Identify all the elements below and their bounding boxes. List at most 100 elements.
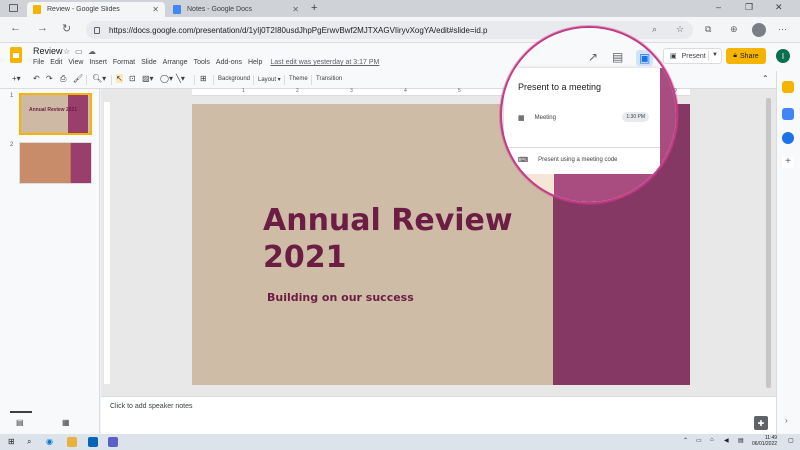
line-icon[interactable]: ╲▾ [176, 74, 185, 83]
shape-icon[interactable]: ◯▾ [160, 74, 173, 83]
print-icon[interactable]: ⎙ [60, 74, 66, 84]
bricks-photo [20, 143, 70, 183]
tab-google-docs[interactable]: Notes - Google Docs ✕ [167, 2, 305, 17]
tab-google-slides[interactable]: Review - Google Slides ✕ [27, 2, 165, 17]
account-avatar[interactable]: I [776, 49, 790, 63]
divider [194, 75, 195, 85]
menu-format[interactable]: Format [113, 59, 135, 66]
chevron-up-icon[interactable]: ⌃ [762, 74, 769, 83]
clock-date: 06/01/2022 [752, 441, 778, 447]
edge-icon[interactable]: ◉ [46, 437, 53, 446]
theme-button[interactable]: Theme [289, 76, 308, 82]
document-title[interactable]: Review [33, 46, 63, 56]
meeting-option[interactable]: ▦ Meeting 1:30 PM [504, 107, 660, 129]
share-label: Share [740, 52, 759, 60]
paint-format-icon[interactable]: 🖌︎ [73, 74, 83, 83]
last-edit-link[interactable]: Last edit was yesterday at 3:17 PM [270, 59, 379, 66]
taskbar: ⊞ ⌕ ◉ ⌃ ▭ ⌂ ◀︎ ▤ 11:49 06/01/2022 ▢ [0, 434, 800, 450]
menu-tools[interactable]: Tools [194, 59, 210, 66]
chevron-right-icon[interactable]: › [785, 416, 788, 425]
grid-view-icon[interactable]: ▦ [62, 418, 70, 427]
new-tab-button[interactable]: + [311, 2, 317, 14]
image-icon[interactable]: ▨▾ [142, 74, 154, 83]
menu-edit[interactable]: Edit [50, 59, 62, 66]
move-folder-icon[interactable]: ▭ [75, 47, 83, 56]
activity-trend-icon[interactable]: ↗ [588, 50, 598, 64]
restore-button[interactable]: ❐ [745, 2, 753, 13]
system-clock[interactable]: 11:49 06/01/2022 [752, 435, 777, 447]
collections-icon[interactable]: ⊕ [730, 24, 738, 35]
menu-add-ons[interactable]: Add-ons [216, 59, 242, 66]
cloud-status-icon[interactable]: ☁ [88, 47, 96, 56]
network-icon[interactable]: ⌂ [710, 437, 714, 443]
thumbnail-accent [68, 95, 88, 133]
forward-arrow-icon[interactable]: → [37, 22, 48, 34]
menu-help[interactable]: Help [248, 59, 262, 66]
close-window-button[interactable]: ✕ [775, 2, 783, 13]
meeting-time-badge: 1:30 PM [622, 112, 649, 122]
keep-icon[interactable] [782, 81, 794, 93]
meeting-code-option[interactable]: ⌨︎ Present using a meeting code [504, 149, 660, 171]
star-icon[interactable]: ☆ [63, 47, 70, 56]
filmstrip-view-icon[interactable]: ▤ [16, 418, 24, 427]
speaker-notes[interactable]: Click to add speaker notes ✚ [101, 396, 776, 434]
tab-actions-icon[interactable] [9, 4, 18, 12]
slide-thumbnail-2[interactable] [19, 142, 92, 184]
divider [253, 75, 254, 85]
transition-button[interactable]: Transition [316, 76, 342, 82]
browser-profile-avatar[interactable] [752, 23, 766, 37]
background-button[interactable]: Background [218, 76, 250, 82]
text-box-icon[interactable]: ⊡ [129, 74, 136, 83]
divider [311, 75, 312, 85]
present-to-meeting-icon[interactable]: ▣ [636, 50, 654, 66]
windows-start-icon[interactable]: ⊞ [8, 437, 15, 446]
ruler-label: 3 [350, 88, 353, 94]
slide-title[interactable]: Annual Review 2021 [263, 202, 513, 276]
menu-insert[interactable]: Insert [89, 59, 107, 66]
language-icon[interactable]: ▤ [738, 437, 744, 444]
thumbnail-accent [71, 143, 91, 183]
share-button[interactable]: 🔒︎ Share [726, 48, 766, 64]
ruler-label: 4 [404, 88, 407, 94]
tasks-icon[interactable] [782, 108, 794, 120]
present-to-meeting-menu: Present to a meeting ▦ Meeting 1:30 PM ⌨… [504, 68, 660, 174]
battery-icon[interactable]: ▭ [696, 437, 702, 444]
new-slide-icon[interactable]: +▾ [12, 74, 21, 83]
outlook-icon[interactable] [88, 437, 98, 447]
volume-icon[interactable]: ◀︎ [724, 437, 729, 444]
explore-icon[interactable]: ✚ [754, 416, 768, 430]
extensions-icon[interactable]: ⧉ [705, 24, 711, 35]
back-arrow-icon[interactable]: ← [10, 22, 21, 34]
layout-button[interactable]: Layout ▾ [258, 76, 281, 83]
add-ons-icon[interactable]: + [782, 156, 794, 168]
more-menu-icon[interactable]: ⋯ [778, 24, 787, 35]
add-comment-icon[interactable]: ⊞ [200, 74, 207, 83]
redo-icon[interactable]: ↷ [46, 74, 53, 83]
chevron-down-icon[interactable]: ▼ [712, 52, 718, 58]
comment-icon[interactable]: ▤ [612, 50, 623, 64]
select-cursor-icon[interactable]: ↖ [116, 74, 123, 83]
contacts-icon[interactable] [782, 132, 794, 144]
menu-slide[interactable]: Slide [141, 59, 157, 66]
slide-thumbnail-1[interactable]: Annual Review 2021 [19, 93, 92, 135]
reload-icon[interactable]: ↻ [62, 22, 71, 35]
slide-subtitle[interactable]: Building on our success [267, 291, 414, 304]
vertical-scrollbar[interactable] [766, 98, 771, 388]
notifications-icon[interactable]: ▢ [788, 437, 794, 444]
minimize-button[interactable]: – [716, 2, 721, 12]
search-icon[interactable]: ⌕ [27, 437, 31, 447]
menu-file[interactable]: File [33, 59, 44, 66]
divider [213, 75, 214, 85]
close-tab-icon[interactable]: ✕ [292, 5, 299, 14]
menu-view[interactable]: View [68, 59, 83, 66]
teams-icon[interactable] [108, 437, 118, 447]
undo-icon[interactable]: ↶ [33, 74, 40, 83]
file-explorer-icon[interactable] [67, 437, 77, 447]
menu-arrange[interactable]: Arrange [163, 59, 188, 66]
favorite-star-icon[interactable]: ☆ [676, 24, 684, 35]
close-tab-icon[interactable]: ✕ [152, 5, 159, 14]
zoom-icon[interactable]: 🔍︎▾ [92, 74, 106, 83]
ruler-label: 2 [296, 88, 299, 94]
tray-chevron-icon[interactable]: ⌃ [683, 437, 688, 444]
slides-logo-icon[interactable] [10, 47, 22, 63]
